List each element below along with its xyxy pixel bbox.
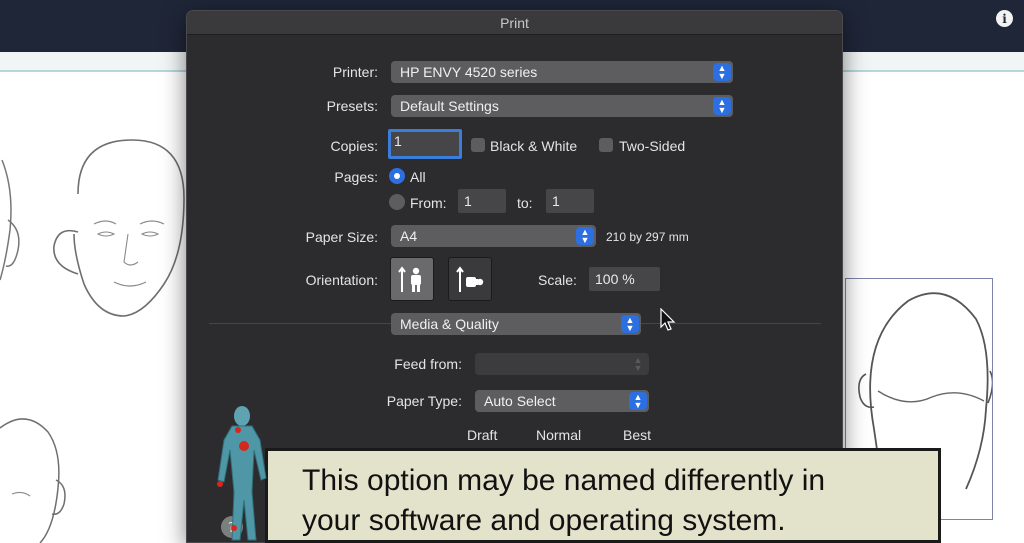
two-sided-label: Two-Sided [619,138,686,154]
scale-input[interactable]: 100 % [589,267,660,291]
select-arrows-icon: ▲ ▼ [713,63,731,81]
feed-from-select[interactable]: ▲ ▼ [475,353,649,375]
select-arrows-icon: ▲ ▼ [621,315,639,333]
info-icon[interactable]: i [996,10,1013,27]
dialog-title: Print [187,11,842,35]
printer-select[interactable]: HP ENVY 4520 series ▲ ▼ [391,61,733,83]
quality-normal-label: Normal [536,427,582,443]
presets-label: Presets: [326,98,378,114]
paper-size-value: A4 [400,228,418,244]
landscape-person-icon [456,266,484,292]
face-sketch-left-partial [0,159,20,281]
face-sketch-lower-left [0,418,66,543]
two-sided-checkbox[interactable] [599,138,613,152]
face-sketch-front [53,139,185,317]
pages-to-label: to: [517,195,533,211]
printer-label: Printer: [332,64,378,80]
copies-label: Copies: [330,138,378,154]
copies-input[interactable]: 1 [388,129,462,159]
paper-type-value: Auto Select [484,393,556,409]
select-arrows-icon: ▲ ▼ [713,97,731,115]
presets-value: Default Settings [400,98,499,114]
caption-line-1: This option may be named differently in [302,464,826,497]
quality-draft-label: Draft [467,427,498,443]
portrait-person-icon [398,266,421,292]
select-arrows-icon: ▲ ▼ [629,392,647,410]
caption-line-2: your software and operating system. [302,504,786,537]
select-arrows-icon: ▲ ▼ [633,355,643,373]
pages-from-radio[interactable] [389,194,405,210]
paper-type-label: Paper Type: [386,393,462,409]
caption-box: This option may be named differently in … [265,448,941,543]
black-white-checkbox[interactable] [471,138,485,152]
scale-label: Scale: [538,272,577,288]
section-select[interactable]: Media & Quality ▲ ▼ [391,313,641,335]
black-white-label: Black & White [490,138,578,154]
pages-from-label: From: [410,195,447,211]
pages-from-input[interactable]: 1 [458,189,506,213]
paper-dimensions: 210 by 297 mm [606,230,689,244]
mouse-cursor-icon [660,308,676,331]
presets-select[interactable]: Default Settings ▲ ▼ [391,95,733,117]
portrait-orientation-button[interactable] [390,257,434,301]
printer-value: HP ENVY 4520 series [400,64,538,80]
pages-to-input[interactable]: 1 [546,189,594,213]
orientation-label: Orientation: [305,272,378,288]
section-value: Media & Quality [400,316,499,332]
pages-all-radio[interactable] [389,168,405,184]
paper-type-select[interactable]: Auto Select ▲ ▼ [475,390,649,412]
paper-size-label: Paper Size: [305,229,378,245]
pages-all-label: All [410,169,426,185]
select-arrows-icon: ▲ ▼ [576,227,594,245]
landscape-orientation-button[interactable] [448,257,492,301]
quality-best-label: Best [623,427,652,443]
feed-from-label: Feed from: [394,356,462,372]
pages-label: Pages: [334,169,378,185]
anatomy-figure-icon: ? [217,406,267,541]
paper-size-select[interactable]: A4 ▲ ▼ [391,225,596,247]
